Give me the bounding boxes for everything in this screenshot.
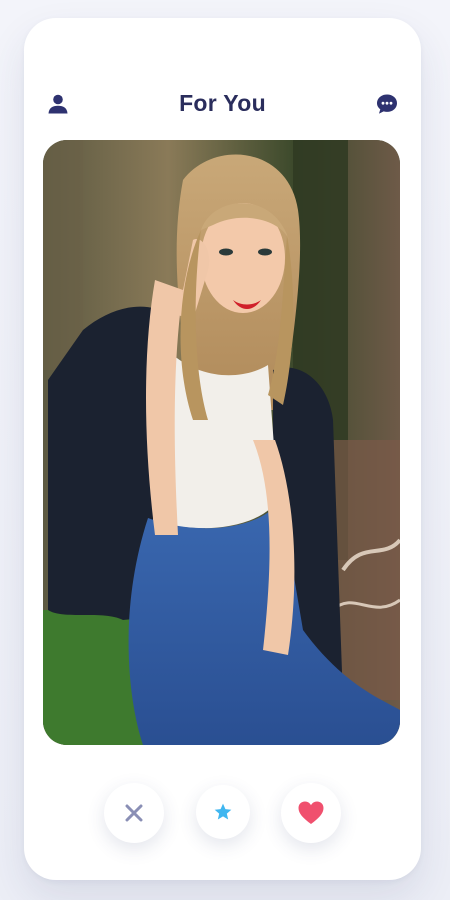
close-icon [125, 804, 143, 822]
page-title: For You [179, 90, 266, 116]
profile-photo-card[interactable] [43, 140, 400, 745]
superlike-button[interactable] [196, 785, 250, 839]
app-background: For You [0, 0, 450, 900]
messages-button[interactable] [375, 92, 399, 116]
dislike-button[interactable] [104, 783, 164, 843]
top-bar: For You [24, 82, 421, 126]
action-bar [24, 781, 421, 845]
star-icon [214, 803, 232, 820]
app-screen: For You [24, 18, 421, 880]
chat-bubble-icon [377, 94, 397, 114]
like-button[interactable] [281, 783, 341, 843]
profile-photo [43, 140, 400, 745]
heart-icon [298, 801, 324, 824]
